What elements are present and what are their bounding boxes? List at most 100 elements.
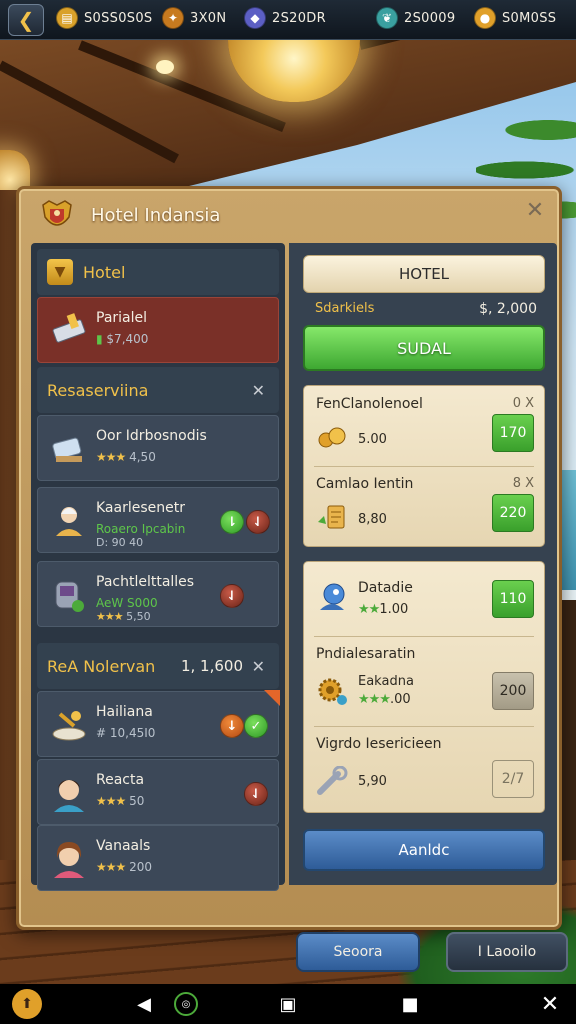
upgrade-button[interactable]: 110	[492, 580, 534, 618]
item-name: Pachtlelttalles	[96, 574, 195, 590]
rating-value: 4,50	[129, 450, 156, 464]
item-sub: # 10,45I0	[96, 726, 156, 740]
back-triangle-icon[interactable]: ◀	[132, 992, 156, 1016]
resource-gems[interactable]: ◆ 2S20DR	[244, 7, 326, 29]
upgrade-item: FenClanolenoel 0 X 5.00 170	[304, 386, 544, 466]
new-flag-icon	[264, 690, 280, 706]
machine-icon	[55, 581, 84, 612]
close-x-icon[interactable]: ✕	[538, 992, 562, 1017]
list-item[interactable]: Reacta ★★★ 50 ⇃	[37, 759, 279, 825]
bottom-left-button[interactable]: Seoora	[296, 932, 420, 972]
item-rating: ★★★ 200	[96, 860, 152, 874]
upgrade-card-2: Datadie ★★1.00 110 Pndialesaratin Eakadn…	[303, 561, 545, 813]
decline-icon[interactable]: ⇃	[244, 782, 268, 806]
bed-icon	[52, 437, 82, 462]
hotel-header-label: Hotel	[83, 262, 126, 282]
decline-icon[interactable]: ⇃	[246, 510, 270, 534]
coin-stack-icon: ▤	[56, 7, 78, 29]
home-square-icon[interactable]: ▣	[276, 992, 300, 1016]
section-reservations-2[interactable]: ReA Nolervan 1, 1,600 ✕	[37, 643, 279, 689]
upgrade-item: Pndialesaratin Eakadna ★★★.00 200	[304, 636, 544, 726]
list-item[interactable]: Pachtlelttalles AeW S000 ★★★ 5,50 ⇃	[37, 561, 279, 627]
confirm-green-button[interactable]: SUDAL	[303, 325, 545, 371]
record-icon[interactable]: ◎	[174, 992, 198, 1016]
rating-value: .00	[389, 692, 411, 707]
gold-coin-icon: ●	[474, 7, 496, 29]
resource-energy[interactable]: ❦ 2S0009	[376, 7, 455, 29]
accept-icon[interactable]: ⇂	[220, 510, 244, 534]
ticket-icon	[52, 313, 86, 343]
upgrade-icon[interactable]: ↓	[220, 714, 244, 738]
upgrade-card-1: FenClanolenoel 0 X 5.00 170 Camlao Ienti…	[303, 385, 545, 547]
hotel-tab-button[interactable]: HOTEL	[303, 255, 545, 293]
item-rating: ★★★ 4,50	[96, 450, 156, 464]
item-sub: Roaero Ipcabin	[96, 522, 186, 536]
item-name: Hailiana	[96, 704, 153, 720]
gem-icon: ◆	[244, 7, 266, 29]
hotel-panel: Hotel Indansia ✕ ▼ Hotel Parialel ▮ $7,4…	[16, 186, 562, 930]
upgrade-button-disabled[interactable]: 200	[492, 672, 534, 710]
mascot-icon	[320, 583, 345, 610]
list-item[interactable]: Vanaals ★★★ 200	[37, 825, 279, 891]
hotel-header[interactable]: ▼ Hotel	[37, 249, 279, 295]
back-arrow-icon[interactable]: ❮	[8, 3, 44, 36]
food-plate-icon: ✦	[162, 7, 184, 29]
hotel-badge-icon: ▼	[47, 259, 73, 285]
upgrade-tag: 8 X	[512, 476, 534, 491]
coins-value: S0SS0S0S	[84, 10, 153, 26]
item-name: Kaarlesenetr	[96, 500, 185, 516]
wrench-icon	[317, 766, 348, 795]
staff-avatar-icon	[54, 842, 84, 878]
decline-icon[interactable]: ⇃	[220, 584, 244, 608]
stars: ★★	[358, 602, 380, 617]
recents-square-icon[interactable]: ■	[398, 992, 422, 1016]
leaf-drop-icon: ❦	[376, 7, 398, 29]
item-sub: AeW S000	[96, 596, 158, 610]
blue-action-button[interactable]: Aanldc	[303, 829, 545, 871]
guest-avatar-icon	[56, 507, 82, 536]
close-icon[interactable]: ✕	[523, 199, 547, 223]
price-row: Sdarkiels $, 2,000	[303, 301, 545, 321]
selected-hotel-price: ▮ $7,400	[96, 332, 149, 346]
rating-value: 50	[129, 794, 145, 808]
upgrade-title: Datadie	[358, 580, 413, 596]
gems-value: 2S20DR	[272, 10, 326, 26]
dining-icon	[52, 711, 86, 741]
list-item[interactable]: Hailiana # 10,45I0 ↓ ✓	[37, 690, 280, 757]
upgrade-button[interactable]: 170	[492, 414, 534, 452]
panel-title: Hotel Indansia	[91, 205, 221, 226]
resource-bar: ❮ ▤ S0SS0S0S ✦ 3X0N ◆ 2S20DR ❦ 2S0009 ● …	[0, 0, 576, 40]
stars: ★★★	[96, 794, 126, 808]
bottom-right-button[interactable]: I Laooilo	[446, 932, 568, 972]
upgrade-button-locked[interactable]: 2/7	[492, 760, 534, 798]
list-item[interactable]: Kaarlesenetr Roaero Ipcabin D: 90 40 ⇂ ⇃	[37, 487, 279, 553]
item-rating: ★★★ 5,50	[96, 610, 151, 623]
upgrade-value: 5,90	[358, 774, 387, 789]
list-item[interactable]: Oor Idrbosnodis ★★★ 4,50	[37, 415, 279, 481]
section-reservations-close-icon[interactable]: ✕	[252, 381, 265, 400]
section-2-close-icon[interactable]: ✕	[252, 657, 265, 676]
upgrade-title: Camlao Ientin	[316, 476, 414, 492]
upgrade-value: 5.00	[358, 432, 387, 447]
selected-hotel-card[interactable]: Parialel ▮ $7,400	[37, 297, 279, 363]
document-icon	[318, 505, 345, 529]
section-2-label: ReA Nolervan	[47, 656, 156, 676]
section-reservations[interactable]: Resaserviina ✕	[37, 367, 279, 413]
crest-icon	[42, 200, 72, 226]
resource-coins[interactable]: ▤ S0SS0S0S	[56, 7, 152, 29]
upgrade-item: Camlao Ientin 8 X 8,80 220	[304, 466, 544, 546]
selected-hotel-name: Parialel	[96, 310, 148, 326]
resource-premium[interactable]: ● S0M0SS	[474, 7, 556, 29]
rating-value: 5,50	[126, 610, 151, 623]
upgrade-button[interactable]: 220	[492, 494, 534, 532]
upgrade-item: Datadie ★★1.00 110	[304, 562, 544, 636]
upgrade-rating: ★★1.00	[358, 602, 408, 617]
confirm-icon[interactable]: ✓	[244, 714, 268, 738]
resource-food[interactable]: ✦ 3X0N	[162, 7, 226, 29]
right-detail-column: HOTEL Sdarkiels $, 2,000 SUDAL FenClanol…	[289, 243, 557, 885]
selected-hotel-price-value: $7,400	[106, 332, 149, 346]
food-value: 3X0N	[190, 10, 227, 26]
settings-icon[interactable]: ⬆	[12, 989, 42, 1019]
item-name: Oor Idrbosnodis	[96, 428, 207, 444]
upgrade-item: Vigrdo Iesericieen 5,90 2/7	[304, 726, 544, 812]
